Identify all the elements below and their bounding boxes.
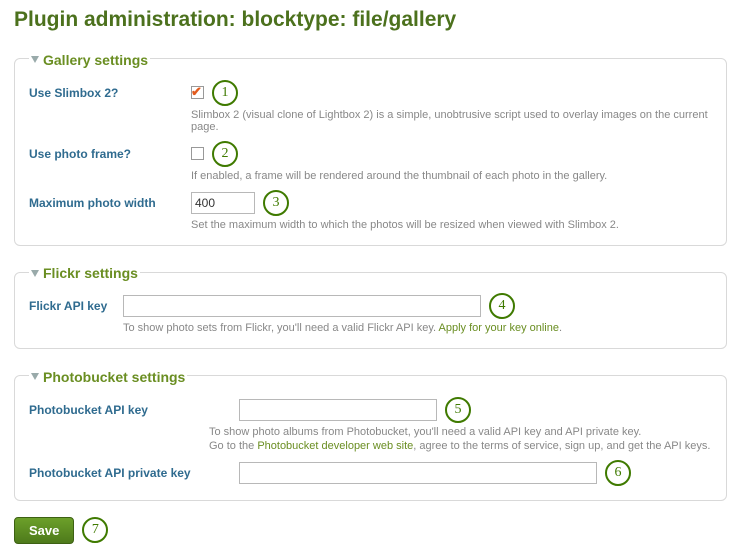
- flickr-help-post: .: [559, 322, 562, 334]
- flickr-legend: Flickr settings: [29, 264, 140, 282]
- save-button[interactable]: Save: [14, 517, 74, 544]
- use-slimbox-help: Slimbox 2 (visual clone of Lightbox 2) i…: [191, 109, 712, 133]
- flickr-apikey-input[interactable]: [123, 295, 481, 317]
- use-frame-checkbox[interactable]: [191, 147, 204, 160]
- callout-1: 1: [212, 80, 238, 106]
- use-frame-help: If enabled, a frame will be rendered aro…: [191, 170, 712, 182]
- gallery-legend-text: Gallery settings: [43, 52, 148, 68]
- callout-5: 5: [445, 397, 471, 423]
- max-width-input[interactable]: [191, 192, 255, 214]
- pb-apikey-help-2: Go to the Photobucket developer web site…: [209, 440, 712, 452]
- flickr-apikey-label: Flickr API key: [29, 299, 123, 313]
- callout-4: 4: [489, 293, 515, 319]
- use-slimbox-label: Use Slimbox 2?: [29, 86, 191, 100]
- pb-apikey-help-1: To show photo albums from Photobucket, y…: [209, 426, 712, 438]
- use-frame-label: Use photo frame?: [29, 147, 191, 161]
- gallery-settings-fieldset: Gallery settings Use Slimbox 2? 1 Slimbo…: [14, 50, 727, 246]
- callout-2: 2: [212, 141, 238, 167]
- chevron-down-icon: [31, 270, 39, 277]
- pb-apikey-input[interactable]: [239, 399, 437, 421]
- flickr-legend-text: Flickr settings: [43, 265, 138, 281]
- photobucket-legend-text: Photobucket settings: [43, 369, 185, 385]
- callout-6: 6: [605, 460, 631, 486]
- pb-privkey-input[interactable]: [239, 462, 597, 484]
- photobucket-legend: Photobucket settings: [29, 367, 187, 385]
- flickr-settings-fieldset: Flickr settings Flickr API key 4 To show…: [14, 264, 727, 350]
- flickr-help-pre: To show photo sets from Flickr, you'll n…: [123, 322, 439, 334]
- pb-help2-post: , agree to the terms of service, sign up…: [413, 440, 710, 452]
- pb-privkey-label: Photobucket API private key: [29, 466, 209, 480]
- page-title: Plugin administration: blocktype: file/g…: [14, 8, 727, 32]
- chevron-down-icon: [31, 56, 39, 63]
- photobucket-settings-fieldset: Photobucket settings Photobucket API key…: [14, 367, 727, 501]
- max-width-help: Set the maximum width to which the photo…: [191, 219, 712, 231]
- callout-3: 3: [263, 190, 289, 216]
- pb-developer-link[interactable]: Photobucket developer web site: [257, 440, 413, 452]
- gallery-legend: Gallery settings: [29, 50, 150, 68]
- pb-help2-pre: Go to the: [209, 440, 257, 452]
- chevron-down-icon: [31, 373, 39, 380]
- flickr-apikey-help: To show photo sets from Flickr, you'll n…: [123, 322, 712, 334]
- max-width-label: Maximum photo width: [29, 196, 191, 210]
- pb-apikey-label: Photobucket API key: [29, 403, 209, 417]
- callout-7: 7: [82, 517, 108, 543]
- flickr-apply-link[interactable]: Apply for your key online: [439, 322, 559, 334]
- use-slimbox-checkbox[interactable]: [191, 86, 204, 99]
